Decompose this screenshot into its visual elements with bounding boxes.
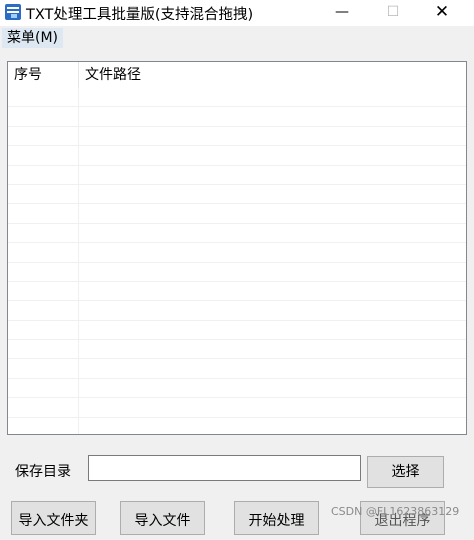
import-file-button[interactable]: 导入文件 bbox=[120, 501, 205, 535]
window-title: TXT处理工具批量版(支持混合拖拽) bbox=[26, 7, 254, 23]
list-row-empty bbox=[8, 281, 466, 302]
list-row-empty bbox=[8, 301, 466, 321]
list-row-empty bbox=[8, 184, 466, 205]
list-row-empty bbox=[8, 378, 466, 399]
column-header-path[interactable]: 文件路径 bbox=[79, 62, 466, 88]
list-row-empty bbox=[8, 359, 466, 379]
list-row-empty bbox=[8, 223, 466, 244]
file-list[interactable]: 序号 文件路径 bbox=[7, 61, 467, 435]
close-icon[interactable]: ✕ bbox=[419, 0, 465, 26]
column-header-index[interactable]: 序号 bbox=[8, 62, 79, 88]
app-window-icon bbox=[5, 4, 21, 20]
watermark-text: CSDN @FL1623863129 bbox=[331, 505, 460, 518]
list-row-empty bbox=[8, 243, 466, 263]
list-row-empty bbox=[8, 340, 466, 360]
file-list-rows bbox=[8, 88, 466, 434]
list-row-empty bbox=[8, 262, 466, 282]
list-row-empty bbox=[8, 126, 466, 147]
save-directory-input[interactable] bbox=[88, 455, 361, 481]
menu-bar: 菜单(M) bbox=[0, 26, 474, 50]
list-row-empty bbox=[8, 398, 466, 418]
file-list-header: 序号 文件路径 bbox=[8, 62, 466, 88]
save-directory-label: 保存目录 bbox=[15, 464, 71, 480]
minimize-icon[interactable]: — bbox=[319, 0, 365, 26]
list-row-empty bbox=[8, 107, 466, 127]
list-row-empty bbox=[8, 320, 466, 341]
start-processing-button[interactable]: 开始处理 bbox=[234, 501, 319, 535]
list-row-empty bbox=[8, 165, 466, 185]
title-bar: TXT处理工具批量版(支持混合拖拽) — ☐ ✕ bbox=[0, 0, 474, 26]
list-row-empty bbox=[8, 417, 466, 434]
maximize-icon[interactable]: ☐ bbox=[370, 0, 416, 26]
import-folder-button[interactable]: 导入文件夹 bbox=[11, 501, 96, 535]
menu-item-menu[interactable]: 菜单(M) bbox=[2, 28, 64, 48]
list-row-empty bbox=[8, 146, 466, 166]
list-row-empty bbox=[8, 88, 466, 108]
select-directory-button[interactable]: 选择 bbox=[367, 456, 444, 488]
list-row-empty bbox=[8, 204, 466, 224]
